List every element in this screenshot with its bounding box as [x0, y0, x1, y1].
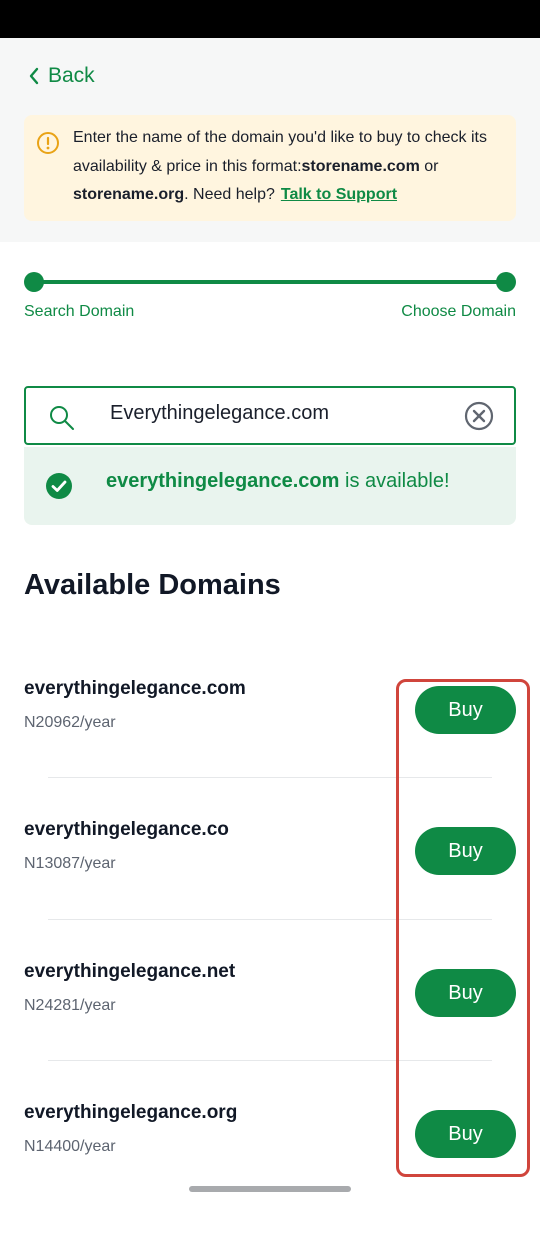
info-text: Enter the name of the domain you'd like …	[73, 124, 513, 210]
info-banner: Enter the name of the domain you'd like …	[24, 115, 516, 221]
domain-row: everythingelegance.org N14400/year Buy	[0, 1102, 540, 1243]
buy-button[interactable]: Buy	[415, 969, 516, 1017]
info-example-com: storename.com	[301, 157, 420, 175]
step-dot-search	[24, 272, 44, 292]
row-divider	[48, 1060, 492, 1061]
info-text-or: or	[419, 157, 439, 175]
buy-button[interactable]: Buy	[415, 1110, 516, 1158]
clear-icon[interactable]	[464, 401, 494, 431]
row-divider	[48, 777, 492, 778]
availability-text: everythingelegance.com is available!	[106, 470, 450, 493]
back-button[interactable]: Back	[28, 64, 95, 88]
availability-suffix: is available!	[339, 470, 450, 492]
domain-row: everythingelegance.net N24281/year Buy	[0, 961, 540, 1102]
domain-name: everythingelegance.com	[24, 678, 246, 699]
info-text-help: . Need help?	[184, 186, 275, 203]
domain-name: everythingelegance.net	[24, 961, 236, 982]
search-icon	[50, 406, 74, 430]
talk-to-support-link[interactable]: Talk to Support	[281, 186, 397, 203]
info-example-org: storename.org	[73, 186, 185, 203]
info-icon	[37, 132, 59, 154]
domain-search-input[interactable]: Everythingelegance.com	[24, 386, 516, 445]
section-title: Available Domains	[24, 569, 281, 601]
back-label: Back	[48, 64, 95, 87]
stepper-progress-line	[34, 280, 506, 284]
domain-price: N24281/year	[24, 997, 116, 1014]
row-divider	[48, 919, 492, 920]
step-dot-choose	[496, 272, 516, 292]
availability-banner: everythingelegance.com is available!	[24, 447, 516, 525]
available-domain-name: everythingelegance.com	[106, 470, 340, 492]
domain-row: everythingelegance.co N13087/year Buy	[0, 819, 540, 960]
domain-name: everythingelegance.co	[24, 819, 229, 840]
domain-name: everythingelegance.org	[24, 1102, 238, 1123]
chevron-left-icon	[29, 67, 39, 85]
step-label-search: Search Domain	[24, 303, 135, 320]
home-indicator[interactable]	[189, 1186, 351, 1192]
domain-price: N14400/year	[24, 1138, 116, 1155]
buy-button[interactable]: Buy	[415, 686, 516, 734]
search-input-value: Everythingelegance.com	[110, 402, 330, 424]
domain-price: N20962/year	[24, 714, 116, 731]
domain-price: N13087/year	[24, 855, 116, 872]
status-bar	[0, 0, 540, 38]
step-label-choose: Choose Domain	[401, 303, 516, 320]
domain-row: everythingelegance.com N20962/year Buy	[0, 678, 540, 819]
buy-button[interactable]: Buy	[415, 827, 516, 875]
check-circle-icon	[46, 473, 72, 499]
